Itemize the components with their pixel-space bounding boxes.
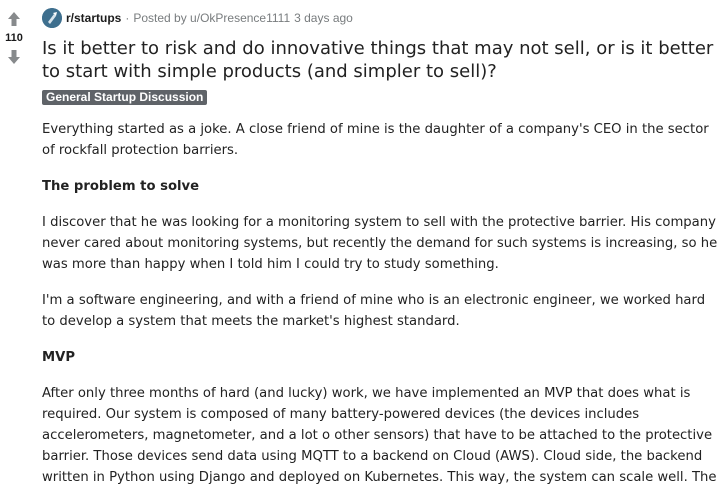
paragraph-team: I'm a software engineering, and with a f… (42, 293, 706, 329)
post-time[interactable]: 3 days ago (294, 11, 353, 25)
post-title[interactable]: Is it better to risk and do innovative t… (42, 37, 718, 83)
downvote-button[interactable] (2, 46, 26, 68)
post-meta: r/startups · Posted by u/OkPresence1111 … (42, 8, 718, 28)
paragraph-problem: I discover that he was looking for a mon… (42, 215, 718, 272)
paragraph-intro: Everything started as a joke. A close fr… (42, 122, 709, 158)
arrow-up-icon (8, 12, 20, 26)
post-body: Everything started as a joke. A close fr… (42, 119, 718, 488)
subreddit-logo-icon (42, 8, 62, 28)
paragraph-mvp: After only three months of hard (and luc… (42, 386, 717, 485)
subreddit-link[interactable]: r/startups (66, 11, 121, 25)
post-flair[interactable]: General Startup Discussion (42, 90, 208, 105)
vote-column: 110 (0, 8, 28, 68)
meta-separator: · (125, 11, 130, 25)
vote-count: 110 (5, 32, 23, 44)
heading-mvp: MVP (42, 350, 75, 365)
heading-problem: The problem to solve (42, 179, 200, 194)
subreddit-avatar[interactable] (42, 8, 62, 28)
posted-by-author[interactable]: Posted by u/OkPresence1111 (133, 11, 290, 25)
arrow-down-icon (8, 50, 20, 64)
upvote-button[interactable] (2, 8, 26, 30)
post-content: r/startups · Posted by u/OkPresence1111 … (42, 8, 718, 498)
